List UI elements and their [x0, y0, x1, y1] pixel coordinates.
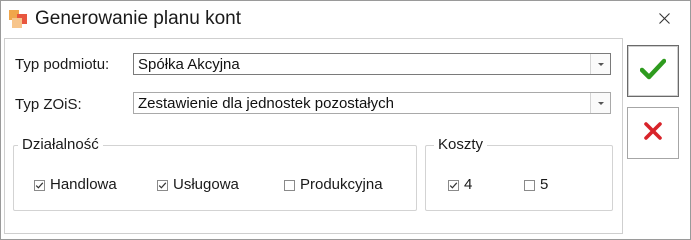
checkbox-unchecked-icon[interactable]: [524, 179, 535, 191]
checkbox-handlowa[interactable]: Handlowa: [34, 176, 117, 194]
x-icon: [643, 121, 663, 146]
form-panel: Typ podmiotu: Spółka Akcyjna Typ ZOiS: Z…: [4, 38, 623, 234]
chevron-down-icon[interactable]: [590, 93, 610, 113]
koszty-legend: Koszty: [434, 136, 488, 154]
checkmark-icon: [639, 58, 667, 85]
checkbox-label: Usługowa: [173, 176, 239, 193]
checkbox-uslugowa[interactable]: Usługowa: [157, 176, 239, 194]
checkbox-label: 4: [464, 176, 473, 193]
typ-podmiotu-value: Spółka Akcyjna: [138, 56, 240, 73]
checkbox-produkcyjna[interactable]: Produkcyjna: [284, 176, 383, 194]
checkbox-label: Produkcyjna: [300, 176, 383, 193]
checkbox-checked-icon[interactable]: [157, 179, 168, 191]
title-bar: Generowanie planu kont: [1, 1, 690, 37]
checkbox-checked-icon[interactable]: [448, 179, 459, 191]
typ-zois-label: Typ ZOiS:: [15, 96, 82, 113]
dzialalnosc-legend: Działalność: [18, 136, 103, 154]
dialog-window: Generowanie planu kont Typ podmiotu: Spó…: [0, 0, 691, 240]
cancel-button[interactable]: [627, 107, 679, 159]
typ-zois-select[interactable]: Zestawienie dla jednostek pozostałych: [133, 92, 611, 114]
checkbox-unchecked-icon[interactable]: [284, 179, 295, 191]
typ-zois-value: Zestawienie dla jednostek pozostałych: [138, 95, 394, 112]
close-icon[interactable]: [646, 3, 682, 33]
typ-podmiotu-select[interactable]: Spółka Akcyjna: [133, 53, 611, 75]
confirm-button[interactable]: [627, 45, 679, 97]
app-icon: [9, 10, 27, 28]
checkbox-checked-icon[interactable]: [34, 179, 45, 191]
window-title: Generowanie planu kont: [35, 8, 241, 29]
checkbox-koszty-4[interactable]: 4: [448, 176, 472, 194]
checkbox-label: 5: [540, 176, 549, 193]
chevron-down-icon[interactable]: [590, 54, 610, 74]
checkbox-label: Handlowa: [50, 176, 117, 193]
koszty-group: Koszty 4 5: [425, 136, 613, 211]
typ-podmiotu-label: Typ podmiotu:: [15, 56, 110, 73]
checkbox-koszty-5[interactable]: 5: [524, 176, 548, 194]
dzialalnosc-group: Działalność Handlowa Usługowa Produkcyjn…: [13, 136, 417, 211]
